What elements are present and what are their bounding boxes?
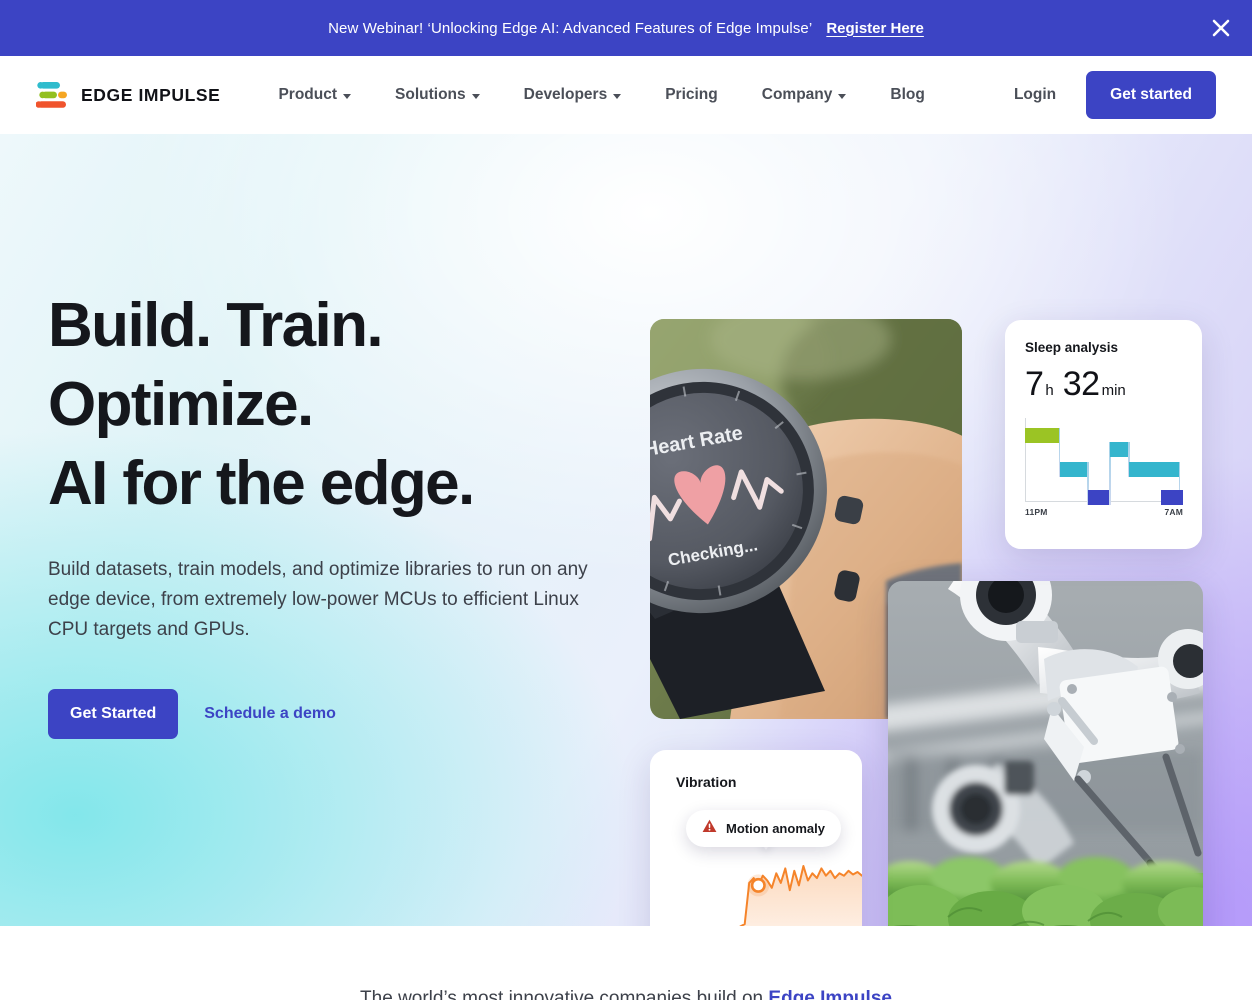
nav-item-company[interactable]: Company: [740, 86, 869, 104]
banner-close-button[interactable]: [1204, 11, 1238, 45]
hero-section: Build. Train. Optimize. AI for the edge.…: [0, 134, 1252, 926]
sleep-chart-axis-labels: 11PM 7AM: [1025, 507, 1183, 517]
nav-item-label: Pricing: [665, 86, 718, 103]
sleep-minutes-unit: min: [1101, 382, 1126, 399]
nav-item-solutions[interactable]: Solutions: [373, 86, 502, 104]
sleep-minutes: 32: [1062, 365, 1100, 403]
sleep-segment-deep: [1160, 490, 1183, 506]
vibration-card-title: Vibration: [676, 774, 737, 790]
axis-label-end: 7AM: [1164, 507, 1183, 517]
hero-subtitle: Build datasets, train models, and optimi…: [48, 559, 588, 640]
sleep-hours-unit: h: [1045, 382, 1054, 399]
agriculture-robot-arm-photo: [888, 581, 1203, 926]
social-proof-prefix: The world’s most innovative companies bu…: [360, 988, 769, 1000]
nav-item-label: Developers: [523, 86, 608, 103]
sleep-segment-awake: [1025, 428, 1060, 444]
nav-item-blog[interactable]: Blog: [868, 86, 946, 104]
nav-links: Product Solutions Developers Pricing Com…: [256, 86, 946, 104]
page-title: Build. Train. Optimize. AI for the edge.: [48, 286, 648, 523]
hero-copy: Build. Train. Optimize. AI for the edge.…: [48, 286, 648, 739]
sleep-analysis-card: Sleep analysis 7 h 32 min 11PM 7AM: [1005, 320, 1202, 549]
nav-item-label: Solutions: [395, 86, 466, 103]
social-proof-accent: Edge Impulse: [768, 988, 892, 1000]
sleep-hours: 7: [1025, 365, 1044, 403]
motion-anomaly-label: Motion anomaly: [726, 821, 825, 836]
nav-item-label: Product: [278, 86, 338, 103]
main-navigation: EDGE IMPULSE Product Solutions Developer…: [0, 56, 1252, 134]
sleep-segment-light: [1110, 441, 1130, 457]
sleep-segment-light: [1129, 461, 1180, 477]
warning-triangle-icon: [702, 819, 717, 838]
banner-message: New Webinar! ‘Unlocking Edge AI: Advance…: [328, 19, 813, 37]
below-fold-section: The world’s most innovative companies bu…: [0, 926, 1252, 1000]
motion-anomaly-badge[interactable]: Motion anomaly: [686, 810, 841, 847]
headline-line-2: Optimize.: [48, 370, 314, 439]
sleep-stage-chart: [1025, 418, 1183, 506]
nav-item-developers[interactable]: Developers: [502, 86, 644, 104]
brand-name: EDGE IMPULSE: [81, 84, 221, 105]
nav-item-label: Company: [761, 86, 833, 103]
hero-get-started-button[interactable]: Get Started: [48, 689, 179, 739]
brand-logo[interactable]: EDGE IMPULSE: [36, 80, 220, 110]
hero-actions: Get Started Schedule a demo: [48, 689, 648, 739]
chevron-down-icon: [838, 93, 847, 99]
sleep-card-title: Sleep analysis: [1025, 340, 1119, 355]
announcement-banner: New Webinar! ‘Unlocking Edge AI: Advance…: [0, 0, 1252, 56]
nav-item-label: Blog: [890, 86, 925, 103]
nav-item-product[interactable]: Product: [256, 86, 373, 104]
schedule-demo-link[interactable]: Schedule a demo: [200, 699, 340, 729]
headline-line-1: Build. Train.: [48, 291, 384, 360]
banner-register-link[interactable]: Register Here: [826, 20, 924, 37]
nav-item-pricing[interactable]: Pricing: [643, 86, 740, 104]
sleep-duration: 7 h 32 min: [1025, 365, 1182, 404]
chevron-down-icon: [471, 93, 480, 99]
vibration-card: Vibration Motion anomaly: [650, 750, 862, 926]
get-started-button[interactable]: Get started: [1086, 71, 1216, 119]
headline-line-3: AI for the edge.: [48, 449, 475, 518]
close-icon: [1211, 18, 1231, 38]
social-proof-text: The world’s most innovative companies bu…: [0, 984, 1252, 1000]
edge-impulse-logo-icon: [36, 80, 70, 110]
chevron-down-icon: [343, 93, 352, 99]
axis-label-start: 11PM: [1025, 507, 1048, 517]
login-link[interactable]: Login: [984, 86, 1086, 104]
sleep-segment-deep: [1088, 490, 1111, 506]
nav-actions: Login Get started: [984, 71, 1216, 119]
chevron-down-icon: [613, 93, 622, 99]
sleep-segment-light: [1059, 461, 1089, 477]
